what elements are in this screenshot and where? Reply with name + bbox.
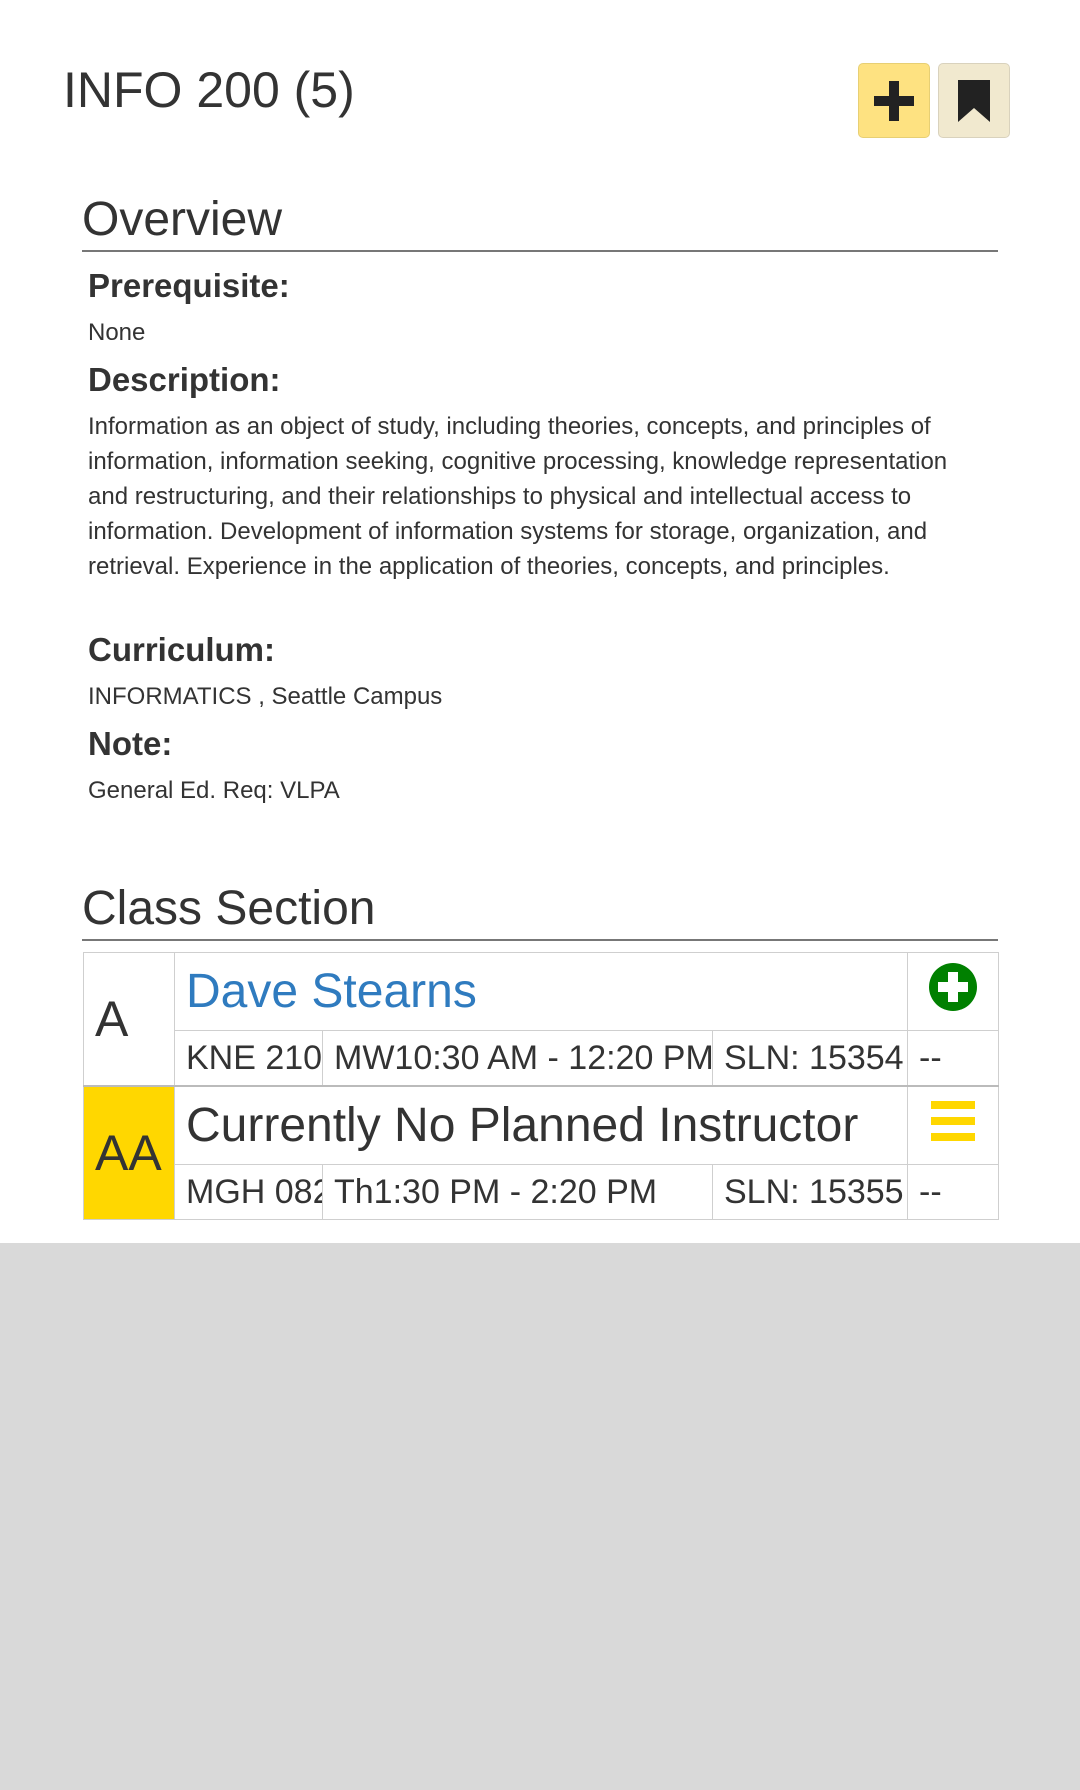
section-extra: -- — [907, 1030, 1000, 1087]
description-value: Information as an object of study, inclu… — [88, 413, 948, 580]
section-room: MGH 082 — [174, 1164, 323, 1220]
instructor-link[interactable]: Dave Stearns — [186, 965, 477, 1018]
add-circle-icon — [929, 963, 978, 1011]
instructor-cell: Currently No Planned Instructor — [173, 1085, 909, 1165]
section-row: A Dave Stearns — [83, 952, 1000, 1087]
curriculum-label: Curriculum: — [88, 631, 276, 668]
section-sln: SLN: 15355 — [711, 1164, 909, 1220]
section-time: Th1:30 PM - 2:20 PM — [322, 1164, 713, 1220]
instructor-name: Currently No Planned Instructor — [186, 1099, 859, 1152]
section-extra: -- — [907, 1164, 1000, 1220]
add-section-button[interactable] — [928, 962, 978, 1012]
bookmark-icon — [958, 79, 990, 122]
class-sections-table: A Dave Stearns KNE 210 MW10:30 AM - 12:2… — [83, 952, 1000, 1220]
section-time: MW10:30 AM - 12:20 PM — [322, 1030, 713, 1087]
section-action-cell — [907, 1085, 1000, 1165]
curriculum-value: INFORMATICS , Seattle Campus — [88, 683, 443, 710]
section-id: A — [83, 952, 175, 1087]
course-title: INFO 200 (5) — [63, 62, 355, 118]
prerequisite-label: Prerequisite: — [88, 267, 290, 304]
overview-heading: Overview — [82, 192, 998, 252]
section-sln: SLN: 15354 — [711, 1030, 909, 1087]
course-detail-card: INFO 200 (5) Overview Prerequisite: None… — [0, 0, 1080, 1243]
section-action-cell — [907, 952, 1000, 1031]
description-label: Description: — [88, 361, 281, 398]
section-row: AA Currently No Planned Instructor — [83, 1085, 1000, 1220]
menu-icon — [931, 1101, 976, 1141]
section-id: AA — [83, 1085, 175, 1220]
prerequisite-value: None — [88, 319, 146, 346]
bookmark-button[interactable] — [938, 63, 1010, 138]
section-menu-button[interactable] — [931, 1099, 976, 1143]
add-course-button[interactable] — [858, 63, 930, 138]
note-value: General Ed. Req: VLPA — [88, 777, 340, 804]
section-room: KNE 210 — [174, 1030, 323, 1087]
instructor-cell: Dave Stearns — [173, 952, 909, 1031]
section-detail-row: MGH 082 Th1:30 PM - 2:20 PM SLN: 15355 -… — [84, 1164, 1000, 1220]
class-section-heading: Class Section — [82, 881, 998, 941]
plus-icon — [874, 80, 914, 121]
section-detail-row: KNE 210 MW10:30 AM - 12:20 PM SLN: 15354… — [84, 1030, 1000, 1087]
note-label: Note: — [88, 725, 173, 762]
